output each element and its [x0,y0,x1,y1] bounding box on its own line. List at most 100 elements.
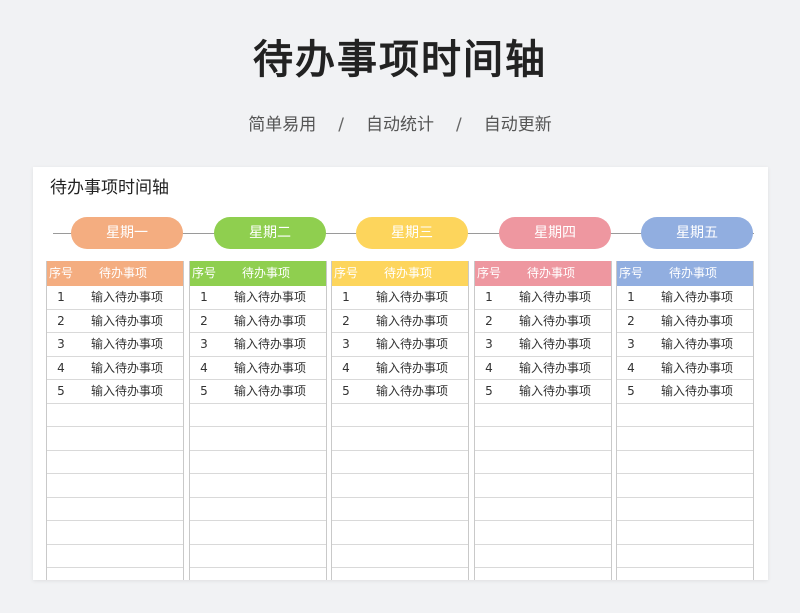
row-task[interactable] [360,498,468,521]
row-task[interactable] [645,474,753,497]
row-task[interactable]: 输入待办事项 [75,286,183,309]
row-task[interactable]: 输入待办事项 [360,310,468,333]
table-row[interactable] [617,474,753,498]
row-task[interactable]: 输入待办事项 [503,310,611,333]
row-task[interactable]: 输入待办事项 [218,310,326,333]
row-task[interactable] [503,545,611,568]
table-row[interactable] [617,427,753,451]
table-row[interactable] [190,521,326,545]
row-task[interactable] [75,427,183,450]
row-task[interactable] [75,474,183,497]
table-row[interactable]: 4 输入待办事项 [190,357,326,380]
row-task[interactable] [75,545,183,568]
table-row[interactable] [332,474,468,498]
row-task[interactable]: 输入待办事项 [75,380,183,403]
row-task[interactable] [645,404,753,427]
table-row[interactable] [617,521,753,545]
table-row[interactable]: 4 输入待办事项 [475,357,611,380]
row-task[interactable]: 输入待办事项 [645,357,753,380]
row-task[interactable]: 输入待办事项 [75,333,183,356]
row-task[interactable] [218,404,326,427]
row-task[interactable]: 输入待办事项 [218,286,326,309]
row-task[interactable] [75,451,183,474]
table-row[interactable]: 3 输入待办事项 [190,333,326,357]
table-row[interactable] [47,451,183,474]
row-task[interactable] [75,498,183,521]
row-task[interactable] [645,498,753,521]
row-task[interactable] [645,427,753,450]
row-task[interactable]: 输入待办事项 [503,380,611,403]
row-task[interactable] [503,498,611,521]
row-task[interactable] [503,427,611,450]
table-row[interactable] [617,545,753,568]
row-task[interactable] [218,521,326,544]
table-row[interactable] [190,451,326,474]
row-task[interactable] [218,498,326,521]
row-task[interactable] [360,521,468,544]
table-row[interactable]: 2 输入待办事项 [617,310,753,333]
table-row[interactable]: 5 输入待办事项 [332,380,468,404]
table-row[interactable] [475,451,611,474]
table-row[interactable] [475,404,611,427]
row-task[interactable]: 输入待办事项 [360,380,468,403]
row-task[interactable]: 输入待办事项 [645,286,753,309]
table-row[interactable]: 2 输入待办事项 [332,310,468,333]
table-row[interactable] [190,474,326,498]
table-row[interactable]: 1 输入待办事项 [190,286,326,310]
table-row[interactable] [47,545,183,568]
table-row[interactable]: 3 输入待办事项 [475,333,611,357]
row-task[interactable]: 输入待办事项 [503,357,611,380]
table-row[interactable]: 5 输入待办事项 [190,380,326,404]
row-task[interactable]: 输入待办事项 [360,357,468,380]
table-row[interactable]: 2 输入待办事项 [475,310,611,333]
table-row[interactable] [47,404,183,427]
table-row[interactable]: 5 输入待办事项 [47,380,183,404]
row-task[interactable]: 输入待办事项 [75,357,183,380]
row-task[interactable] [218,451,326,474]
row-task[interactable] [503,451,611,474]
row-task[interactable] [645,451,753,474]
table-row[interactable] [617,404,753,427]
row-task[interactable] [645,521,753,544]
table-row[interactable] [47,498,183,521]
row-task[interactable] [503,404,611,427]
row-task[interactable] [75,404,183,427]
row-task[interactable] [503,474,611,497]
table-row[interactable] [332,427,468,451]
row-task[interactable] [503,521,611,544]
row-task[interactable]: 输入待办事项 [75,310,183,333]
table-row[interactable] [617,451,753,474]
table-row[interactable] [332,404,468,427]
table-row[interactable]: 1 输入待办事项 [332,286,468,310]
table-row[interactable]: 4 输入待办事项 [47,357,183,380]
table-row[interactable] [475,474,611,498]
table-row[interactable] [475,521,611,545]
row-task[interactable] [360,545,468,568]
table-row[interactable] [332,498,468,521]
table-row[interactable] [332,545,468,568]
table-row[interactable] [475,545,611,568]
table-row[interactable] [190,545,326,568]
table-row[interactable] [475,498,611,521]
row-task[interactable]: 输入待办事项 [360,286,468,309]
row-task[interactable] [645,545,753,568]
table-row[interactable] [332,521,468,545]
table-row[interactable]: 4 输入待办事项 [617,357,753,380]
row-task[interactable]: 输入待办事项 [218,333,326,356]
table-row[interactable] [190,498,326,521]
table-row[interactable] [47,521,183,545]
row-task[interactable]: 输入待办事项 [645,333,753,356]
row-task[interactable] [218,474,326,497]
table-row[interactable]: 3 输入待办事项 [47,333,183,357]
table-row[interactable]: 4 输入待办事项 [332,357,468,380]
row-task[interactable]: 输入待办事项 [218,380,326,403]
table-row[interactable] [617,498,753,521]
row-task[interactable] [218,427,326,450]
table-row[interactable] [190,427,326,451]
table-row[interactable]: 5 输入待办事项 [617,380,753,404]
row-task[interactable]: 输入待办事项 [503,333,611,356]
row-task[interactable]: 输入待办事项 [645,380,753,403]
table-row[interactable]: 1 输入待办事项 [617,286,753,310]
table-row[interactable]: 2 输入待办事项 [47,310,183,333]
row-task[interactable] [360,474,468,497]
